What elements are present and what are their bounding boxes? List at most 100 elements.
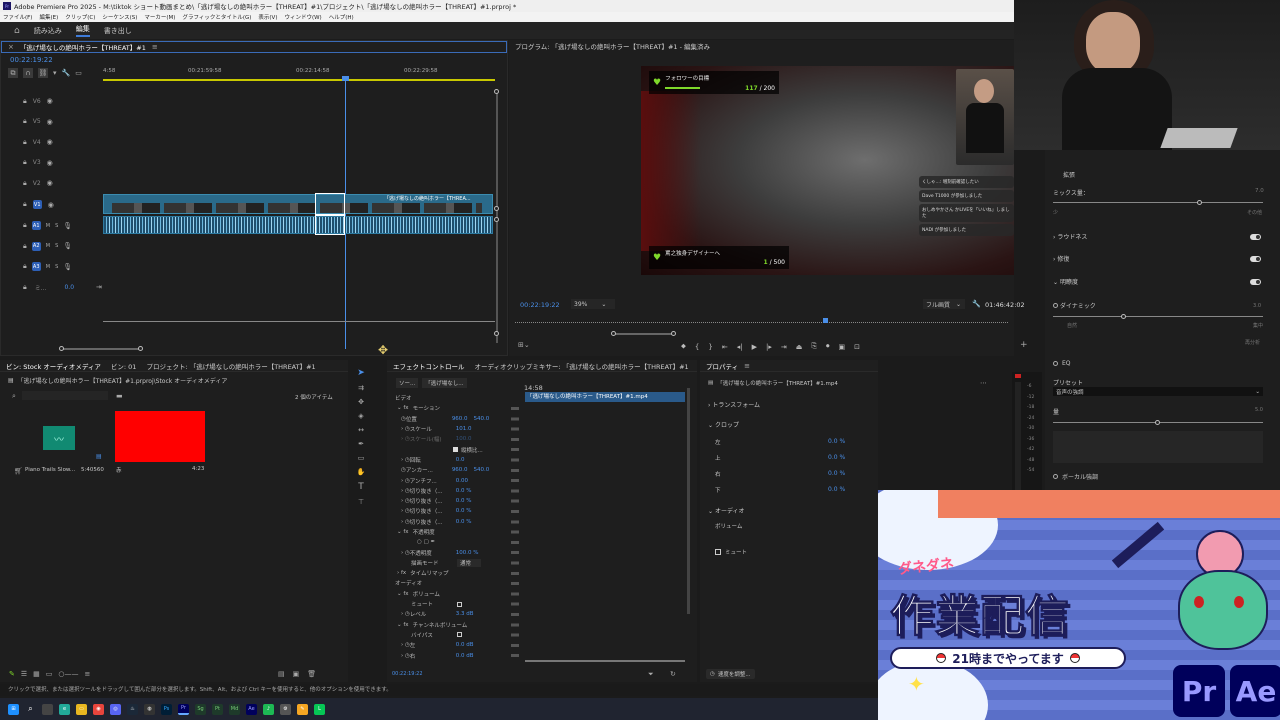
cart-icon[interactable]: 🛒︎ <box>14 467 23 475</box>
loop-icon[interactable]: ↻ <box>670 670 676 678</box>
lock-icon[interactable]: 🔒︎ <box>23 242 27 251</box>
mic-icon[interactable]: 🎙︎ <box>63 263 72 271</box>
discord-icon[interactable]: ◎ <box>110 703 121 715</box>
lock-icon[interactable]: 🔒︎ <box>23 97 27 106</box>
mute-checkbox[interactable] <box>715 549 721 555</box>
stopwatch-icon[interactable]: › ◷ <box>401 653 410 659</box>
solo-icon[interactable]: S <box>55 243 58 249</box>
menu-icon[interactable]: ≡ <box>152 43 158 51</box>
icon-view-icon[interactable]: ▦ <box>33 670 40 678</box>
go-to-out-icon[interactable]: ⇥ <box>781 343 787 351</box>
pencil-icon[interactable]: ✎ <box>9 670 15 678</box>
linked-selection-icon[interactable]: ⛓ <box>38 68 48 78</box>
video-clip[interactable]: 「逃げ場なしの絶叫ホラー【THREA... <box>103 194 493 214</box>
snap-icon[interactable]: ∩ <box>23 68 33 78</box>
mix-slider[interactable] <box>1053 202 1263 203</box>
mute-icon[interactable]: M <box>46 264 50 270</box>
track-target-v1[interactable]: V1 <box>32 200 42 209</box>
skip-end-icon[interactable]: ⇥ <box>96 283 102 291</box>
mark-out-icon[interactable]: } <box>708 343 712 351</box>
tab-bin-01[interactable]: ビン: 01 <box>111 361 137 371</box>
go-to-in-icon[interactable]: ⇤ <box>722 343 728 351</box>
lock-icon[interactable]: 🔒︎ <box>23 262 27 271</box>
mix-value[interactable]: 7.0 <box>1255 188 1264 194</box>
prop-value[interactable]: 0.0 % <box>456 488 472 494</box>
list-view-icon[interactable]: ☰ <box>21 670 27 678</box>
razor-icon[interactable]: ◈ <box>358 412 363 420</box>
ripple-edit-icon[interactable]: ✥ <box>358 398 364 406</box>
zoom-handle-right[interactable] <box>671 331 676 336</box>
track-target-a2[interactable]: A2 <box>31 241 41 251</box>
trash-icon[interactable]: 🗑︎ <box>307 670 316 678</box>
eye-icon[interactable]: ◉ <box>47 159 53 167</box>
prop-value[interactable]: 101.0 <box>456 426 472 432</box>
tab-edit[interactable]: 編集 <box>75 24 90 37</box>
section-opacity[interactable]: 不透明度 <box>413 528 435 536</box>
section-audio[interactable]: ⌄ オーディオ <box>708 506 745 515</box>
prop-value[interactable]: 3.3 dB <box>456 611 474 617</box>
settings-icon[interactable]: ⚙ <box>280 703 291 715</box>
repair-row[interactable]: › 修復 <box>1053 254 1261 263</box>
step-forward-icon[interactable]: |▸ <box>766 343 772 351</box>
lock-icon[interactable]: 🔒︎ <box>23 221 27 230</box>
rectangle-tool-icon[interactable]: ▭ <box>358 454 365 462</box>
medium-icon[interactable]: Md <box>229 703 240 715</box>
zoom-select[interactable]: 39% ⌄ <box>571 299 615 309</box>
checkbox[interactable] <box>453 447 458 453</box>
audio-thumbnail[interactable]: 〰 <box>43 426 75 450</box>
audio-clip[interactable] <box>103 216 493 234</box>
amount-value[interactable]: 5.0 <box>1255 407 1263 413</box>
mini-timeline-clip[interactable]: 「逃げ場なしの絶叫ホラー【THREAT】#1.mp4 <box>525 392 685 402</box>
note-icon[interactable]: ✎ <box>297 703 308 715</box>
menu-graphics[interactable]: グラフィックとタイトル(G) <box>182 13 251 21</box>
folder-icon[interactable]: ▤ <box>278 670 285 678</box>
dynamics-slider-handle[interactable] <box>1121 314 1126 319</box>
vocal-checkbox[interactable] <box>1053 474 1058 479</box>
pen-tool-icon[interactable]: ✒ <box>358 440 364 448</box>
stopwatch-icon[interactable]: › ◷ <box>401 488 410 494</box>
vr-icon[interactable]: ⊡ <box>854 343 860 351</box>
tab-enhance[interactable]: 拡張 <box>1063 170 1075 179</box>
new-item-icon[interactable]: ▣ <box>293 670 300 678</box>
menu-view[interactable]: 表示(V) <box>258 13 277 21</box>
program-playhead[interactable] <box>823 318 828 323</box>
prop-value[interactable]: 0.0 <box>456 457 465 463</box>
disclosure-icon[interactable]: ⌄ fx <box>397 591 409 597</box>
stopwatch-icon[interactable]: › ◷ <box>401 498 410 504</box>
video-frame[interactable]: ♥ フォロワーの目標 117 / 200 ♥ 罵之独身デザイナーへ 1 / 50… <box>641 66 1014 275</box>
section-timeremap[interactable]: タイムリマップ <box>410 569 448 577</box>
tab-properties[interactable]: プロパティ <box>706 361 738 371</box>
section-channel-volume[interactable]: チャンネルボリューム <box>413 621 468 629</box>
disclosure-icon[interactable]: ⌄ fx <box>397 529 409 535</box>
add-button-icon[interactable]: + <box>1020 340 1028 350</box>
zoom-slider-icon[interactable]: ○—— <box>58 670 78 678</box>
prop-value[interactable]: 540.0 <box>474 467 490 473</box>
menu-window[interactable]: ウィンドウ(W) <box>284 13 321 21</box>
sort-icon[interactable]: ≡ <box>85 670 91 678</box>
checkbox[interactable] <box>457 601 462 607</box>
sequence-tab[interactable]: 「逃げ場なし... <box>422 378 467 388</box>
hand-tool-icon[interactable]: ✋ <box>357 468 366 476</box>
stopwatch-icon[interactable]: › ◷ <box>401 426 410 432</box>
compare-icon[interactable]: ▣ <box>838 343 845 351</box>
scroll-handle[interactable] <box>494 331 499 336</box>
wrench-icon[interactable]: 🔧 <box>972 300 981 308</box>
sequence-tab[interactable]: 「逃げ場なしの絶叫ホラー【THREAT】#1 <box>20 42 146 52</box>
stopwatch-icon[interactable]: › ◷ <box>401 508 410 514</box>
search-input[interactable] <box>22 391 108 400</box>
quality-select[interactable]: フル画質 ⌄ <box>923 299 965 309</box>
search-icon[interactable]: ⌕ <box>12 392 16 401</box>
crop-left-value[interactable]: 0.0 % <box>828 438 845 445</box>
solo-icon[interactable]: S <box>55 223 58 229</box>
prop-value[interactable]: 960.0 <box>452 467 468 473</box>
section-transform[interactable]: › トランスフォーム <box>708 400 760 409</box>
time-ruler[interactable]: 4:58 00:21:59:58 00:22:14:58 00:22:29:58 <box>103 67 495 81</box>
tab-audio-mixer[interactable]: オーディオクリップミキサー: 「逃げ場なしの絶叫ホラー【THREAT】#1 <box>475 361 689 371</box>
after-effects-icon[interactable]: Ae <box>246 703 257 715</box>
prop-value[interactable]: 0.0 % <box>456 508 472 514</box>
lock-icon[interactable]: 🔒︎ <box>23 200 27 209</box>
substance-painter-icon[interactable]: Pt <box>212 703 223 715</box>
obs-icon[interactable]: ◍ <box>144 703 155 715</box>
spotify-icon[interactable]: ♪ <box>263 703 274 715</box>
mic-icon[interactable]: 🎙︎ <box>63 222 72 230</box>
